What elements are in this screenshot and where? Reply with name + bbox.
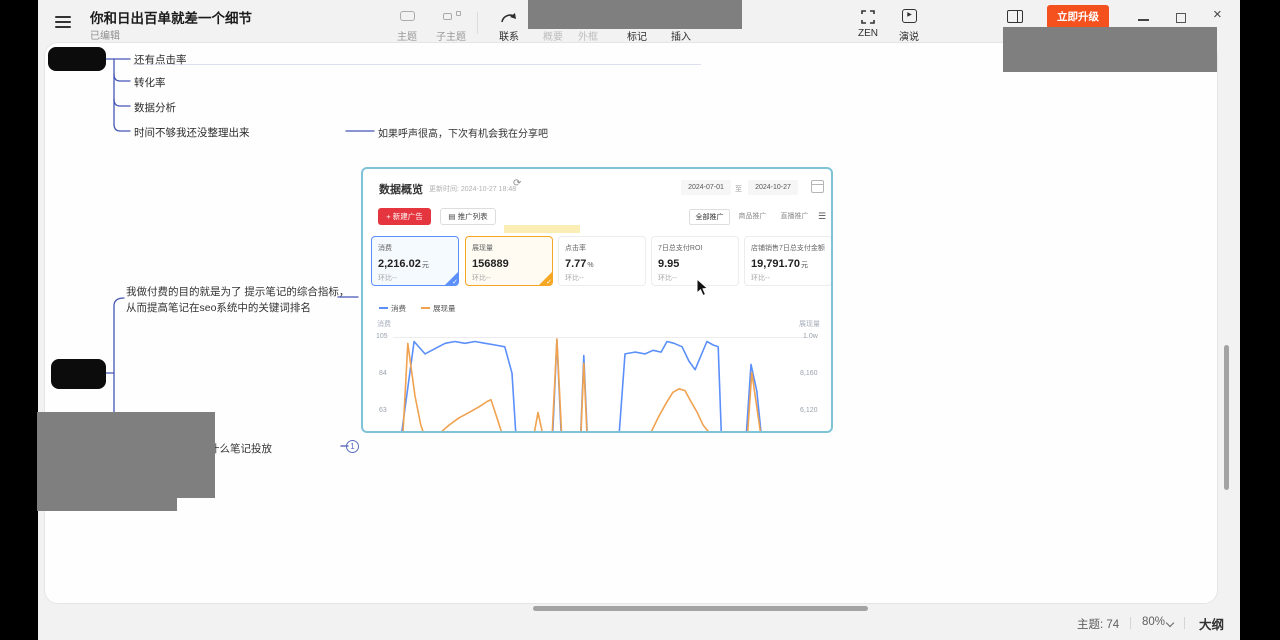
redaction-overlay [1003,27,1217,72]
calendar-icon [811,180,824,193]
floating-note[interactable]: 如果呼声很高，下次有机会我在分享吧 [378,125,548,140]
left-tick: 84 [379,370,387,377]
date-separator: 至 [735,184,742,194]
relationship-icon[interactable] [499,8,518,25]
branch-item[interactable]: 转化率 [134,75,166,90]
refresh-icon: ⟳ [513,178,521,189]
redaction-overlay [37,412,215,498]
updated-timestamp: 更新时间: 2024-10-27 18:48 [429,184,516,194]
upgrade-button[interactable]: 立即升级 [1047,5,1109,29]
trend-chart-svg [399,338,819,433]
zoom-level[interactable]: 80% [1142,616,1165,628]
toolbar-divider [477,12,478,34]
promo-list-button: ▤ 推广列表 [440,208,496,225]
outline-button[interactable]: 大纲 [1199,614,1224,633]
chart-series-展现量 [401,339,764,433]
close-button[interactable]: × [1213,6,1222,23]
toolbar-summary[interactable]: 概要 [536,28,570,43]
document-edit-status: 已编辑 [90,27,120,42]
statusbar-divider [1184,617,1185,629]
branch-item[interactable]: 时间不够我还没整理出来 [134,125,250,140]
vertical-scrollbar[interactable] [1224,345,1229,490]
sidebar-toggle-icon[interactable] [1007,10,1023,23]
list-view-icon: ☰ [818,211,826,222]
tab-all-promo: 全部推广 [689,209,730,225]
horizontal-scrollbar[interactable] [533,606,868,611]
left-tick: 63 [379,407,387,414]
bottom-note[interactable]: 什么笔记投放 [209,441,272,456]
menu-icon[interactable] [55,16,71,28]
toolbar-zen[interactable]: ZEN [851,28,885,39]
subtopic-icon[interactable] [443,13,452,20]
paid-note-line2[interactable]: 从而提高笔记在seo系统中的关键词排名 [126,300,311,315]
tab-product-promo: 商品推广 [732,209,773,225]
tab-live-promo: 直播推广 [774,209,815,225]
toolbar-insert[interactable]: 插入 [664,28,698,43]
topic-count: 主题: 74 [1077,616,1119,632]
redaction-overlay [528,0,742,29]
minimize-button[interactable] [1138,19,1149,21]
ghost-underline [133,64,701,65]
topic-icon[interactable] [400,11,415,21]
highlight-smear [504,225,580,233]
toolbar-topic[interactable]: 主题 [390,28,424,43]
mindmap-canvas[interactable]: 还有点击率 转化率 数据分析 时间不够我还没整理出来 如果呼声很高，下次有机会我… [44,42,1218,604]
check-icon: ✓ [546,278,552,286]
new-ad-button: + 新建广告 [378,208,431,225]
date-end: 2024-10-27 [748,180,798,195]
branch-item[interactable]: 还有点击率 [134,52,187,67]
toolbar-subtopic[interactable]: 子主题 [434,28,468,43]
toolbar-marker[interactable]: 标记 [620,28,654,43]
list-grid-icon: ▤ [448,212,455,221]
topic-node-redacted[interactable] [48,47,106,71]
toolbar-relationship[interactable]: 联系 [492,28,526,43]
app-screenshot: 你和日出百单就差一个细节 已编辑 主题 子主题 联系 概要 外框 标记 插入 Z… [0,0,1280,640]
metric-card-impressions: 展现量 156889 环比-- ✓ [465,236,553,286]
toolbar-boundary[interactable]: 外框 [571,28,605,43]
date-start: 2024-07-01 [681,180,731,195]
left-axis-label: 消费 [377,319,391,329]
dashboard-title: 数据概览 [379,181,423,197]
topic-node-redacted[interactable] [51,359,106,389]
toolbar-present[interactable]: 演说 [892,28,926,43]
mouse-cursor [696,278,709,297]
right-axis-label: 展现量 [799,319,820,329]
statusbar-divider [1130,617,1131,629]
paid-note-line1[interactable]: 我做付费的目的就是为了 提示笔记的综合指标， [126,284,349,299]
branch-item[interactable]: 数据分析 [134,100,176,115]
zen-mode-icon[interactable] [860,9,876,25]
check-icon: ✓ [452,278,458,286]
document-title: 你和日出百单就差一个细节 [90,7,252,27]
metric-card-roi: 7日总支付ROI 9.95 环比-- [651,236,739,286]
legend-cost: 消费 [379,303,406,314]
present-icon[interactable]: ▶ [902,9,917,23]
numbered-marker[interactable]: 1 [346,440,359,453]
metric-card-cost: 消费 2,216.02元 环比-- ✓ [371,236,459,286]
left-tick: 105 [376,333,388,340]
legend-impressions: 展现量 [421,303,456,314]
maximize-button[interactable] [1176,13,1186,23]
dashboard-image[interactable]: 数据概览 更新时间: 2024-10-27 18:48 ⟳ 2024-07-01… [361,167,833,433]
metric-card-ctr: 点击率 7.77% 环比-- [558,236,646,286]
subtopic-icon-node [456,11,461,16]
metric-card-gmv: 店铺销售7日总支付金额 19,791.70元 环比-- [744,236,832,286]
redaction-overlay [37,498,177,511]
